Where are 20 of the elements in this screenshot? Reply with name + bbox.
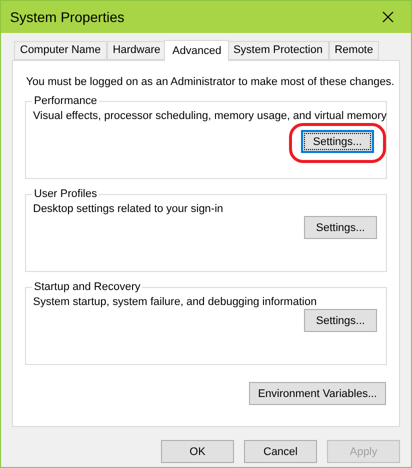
tab[interactable]: Advanced bbox=[164, 40, 230, 61]
environment-variables-button[interactable]: Environment Variables... bbox=[248, 382, 386, 405]
window-title: System Properties bbox=[10, 9, 124, 25]
tab[interactable]: Hardware bbox=[106, 41, 166, 60]
settings-button[interactable]: Settings... bbox=[304, 216, 377, 239]
tab[interactable]: Computer Name bbox=[14, 41, 107, 60]
group-description: Visual effects, processor scheduling, memory usage, and virtual memory bbox=[33, 109, 387, 123]
group-description: Desktop settings related to your sign-in bbox=[33, 202, 224, 216]
notice-text: You must be logged on as an Administrator to make most of these changes. bbox=[26, 75, 394, 89]
group-description: System startup, system failure, and debugging information bbox=[33, 295, 317, 309]
tab[interactable]: Remote bbox=[328, 41, 380, 60]
dialog-button[interactable]: OK bbox=[161, 440, 234, 463]
settings-button[interactable]: Settings... bbox=[301, 130, 374, 153]
group-title: Startup and Recovery bbox=[33, 281, 142, 293]
dialog-button[interactable]: Cancel bbox=[244, 440, 317, 463]
settings-button[interactable]: Settings... bbox=[304, 309, 377, 332]
group-title: User Profiles bbox=[33, 188, 98, 200]
group-title: Performance bbox=[33, 95, 98, 107]
tab[interactable]: System Protection bbox=[227, 41, 329, 60]
close-icon bbox=[382, 11, 394, 23]
